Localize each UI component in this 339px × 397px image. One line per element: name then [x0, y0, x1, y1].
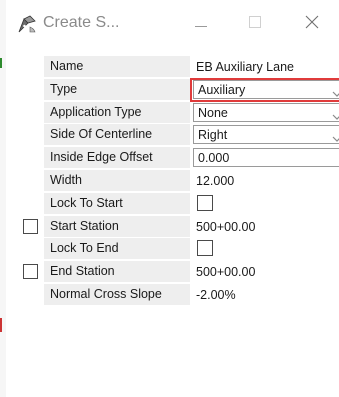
title-bar[interactable]: Create S...: [6, 0, 339, 48]
side-of-centerline-dropdown[interactable]: Right: [193, 125, 339, 145]
property-row-lock-to-start: Lock To Start: [0, 192, 339, 216]
property-row-end-station: End Station 500+00.00: [0, 261, 339, 284]
application-type-dropdown[interactable]: None: [193, 102, 339, 122]
chevron-down-icon[interactable]: [332, 85, 339, 103]
property-row-type: Type Auxiliary: [0, 77, 339, 102]
property-value-end-station[interactable]: 500+00.00: [196, 263, 255, 281]
property-value-start-station[interactable]: 500+00.00: [196, 218, 255, 236]
end-station-row-checkbox[interactable]: [23, 264, 38, 280]
property-label: End Station: [44, 261, 190, 283]
minimize-button[interactable]: [178, 8, 224, 40]
chevron-down-icon[interactable]: [332, 130, 339, 148]
property-label: Width: [44, 169, 190, 191]
side-of-centerline-value: Right: [198, 128, 228, 143]
type-dropdown-value: Auxiliary: [198, 82, 246, 97]
property-row-inside-edge-offset: Inside Edge Offset 0.000: [0, 147, 339, 170]
create-dialog-window: Create S... Name EB Auxiliary Lane Type …: [0, 0, 339, 397]
property-label: Side Of Centerline: [44, 124, 190, 146]
edge-marker-red: [0, 318, 2, 332]
property-row-start-station: Start Station 500+00.00: [0, 215, 339, 239]
property-grid: Name EB Auxiliary Lane Type Auxiliary Ap…: [0, 56, 339, 307]
property-row-side-of-centerline: Side Of Centerline Right: [0, 124, 339, 147]
type-dropdown[interactable]: Auxiliary: [193, 79, 339, 99]
property-label: Inside Edge Offset: [44, 147, 190, 169]
property-label: Lock To Start: [44, 192, 190, 214]
property-label: Start Station: [44, 215, 190, 237]
property-row-lock-to-end: Lock To End: [0, 238, 339, 261]
pen-tool-icon: [16, 13, 38, 35]
property-label: Lock To End: [44, 238, 190, 260]
lock-to-end-checkbox[interactable]: [197, 240, 213, 257]
property-row-name: Name EB Auxiliary Lane: [0, 56, 339, 79]
application-type-value: None: [198, 105, 228, 120]
close-icon: [305, 15, 319, 34]
property-label: Name: [44, 56, 190, 77]
close-button[interactable]: [289, 8, 335, 40]
maximize-icon: [249, 15, 261, 33]
start-station-row-checkbox[interactable]: [23, 218, 38, 234]
inside-edge-offset-input[interactable]: 0.000: [193, 148, 339, 168]
property-value-width[interactable]: 12.000: [196, 172, 234, 190]
minimize-icon: [195, 15, 207, 33]
property-label: Normal Cross Slope: [44, 283, 190, 305]
inside-edge-offset-value: 0.000: [198, 151, 230, 166]
property-label: Type: [44, 78, 190, 100]
property-row-width: Width 12.000: [0, 169, 339, 193]
property-row-normal-cross-slope: Normal Cross Slope -2.00%: [0, 283, 339, 307]
window-title: Create S...: [43, 14, 120, 31]
maximize-button[interactable]: [232, 8, 278, 40]
property-row-application-type: Application Type None: [0, 101, 339, 125]
property-value-name[interactable]: EB Auxiliary Lane: [196, 58, 294, 76]
property-value-normal-cross-slope[interactable]: -2.00%: [196, 286, 236, 304]
lock-to-start-checkbox[interactable]: [197, 194, 213, 211]
chevron-down-icon[interactable]: [332, 108, 339, 126]
property-label: Application Type: [44, 101, 190, 123]
